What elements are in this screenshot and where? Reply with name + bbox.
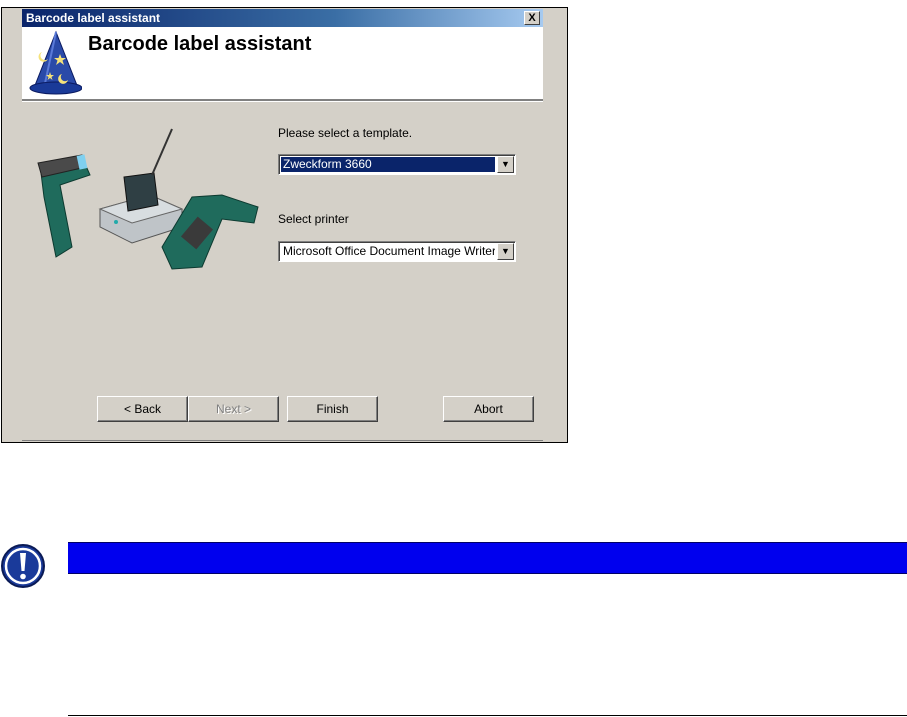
- title-bar[interactable]: Barcode label assistant X: [22, 9, 543, 27]
- abort-button[interactable]: Abort: [443, 396, 534, 422]
- printer-select-value: Microsoft Office Document Image Writer: [283, 244, 495, 258]
- page-bottom-rule: [68, 715, 907, 716]
- dialog-bottom-border: [22, 440, 543, 441]
- close-button[interactable]: X: [524, 11, 540, 25]
- wizard-hat-icon: [29, 30, 82, 95]
- next-button[interactable]: Next >: [188, 396, 279, 422]
- template-select-value: Zweckform 3660: [281, 157, 495, 172]
- printer-select[interactable]: Microsoft Office Document Image Writer ▼: [278, 241, 516, 262]
- notice-bar: [68, 542, 907, 574]
- chevron-down-icon[interactable]: ▼: [497, 243, 514, 260]
- back-button[interactable]: < Back: [97, 396, 188, 422]
- close-icon: X: [528, 12, 536, 24]
- template-label: Please select a template.: [278, 126, 413, 140]
- exclamation-icon: [1, 544, 45, 588]
- printer-label: Select printer: [278, 212, 349, 226]
- template-select[interactable]: Zweckform 3660 ▼: [278, 154, 516, 175]
- page-title: Barcode label assistant: [88, 33, 312, 55]
- barcode-scanner-image: [37, 128, 259, 270]
- window-title: Barcode label assistant: [26, 11, 161, 25]
- wizard-body: Please select a template. Zweckform 3660…: [22, 102, 543, 440]
- finish-button[interactable]: Finish: [287, 396, 378, 422]
- wizard-header: Barcode label assistant: [22, 27, 543, 99]
- chevron-down-icon[interactable]: ▼: [497, 156, 514, 173]
